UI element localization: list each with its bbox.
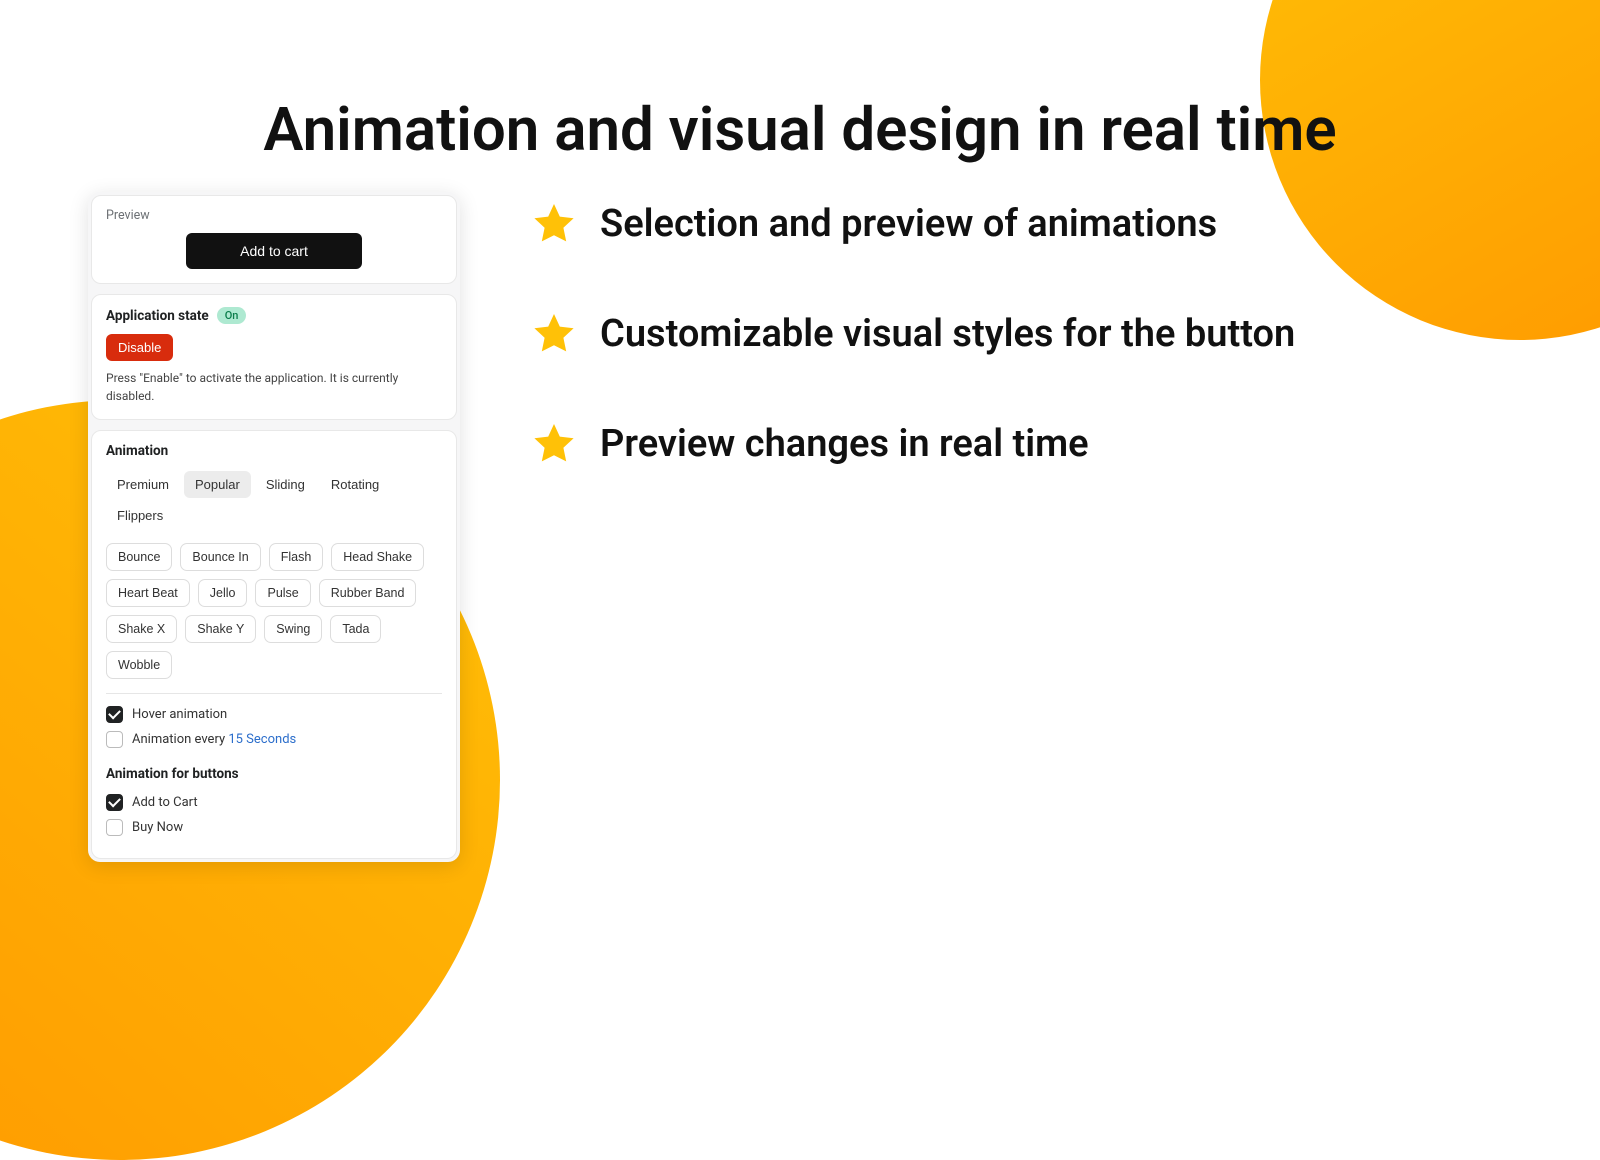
- chip-bounce[interactable]: Bounce: [106, 543, 172, 571]
- feature-text: Customizable visual styles for the butto…: [600, 312, 1295, 356]
- add-to-cart-preview-button[interactable]: Add to cart: [186, 233, 362, 269]
- preview-card: Preview Add to cart: [91, 195, 457, 284]
- application-state-title: Application state: [106, 308, 209, 324]
- settings-panel: Preview Add to cart Application state On…: [88, 192, 460, 862]
- buy-now-row: Buy Now: [106, 819, 442, 836]
- animation-chips: Bounce Bounce In Flash Head Shake Heart …: [106, 543, 442, 679]
- animation-buttons-title: Animation for buttons: [106, 766, 442, 782]
- star-icon: [530, 420, 578, 468]
- buy-now-checkbox[interactable]: [106, 819, 123, 836]
- animation-every-row: Animation every 15 Seconds: [106, 731, 442, 748]
- animation-title: Animation: [106, 443, 442, 459]
- chip-flash[interactable]: Flash: [269, 543, 324, 571]
- tab-sliding[interactable]: Sliding: [255, 471, 316, 498]
- chip-jello[interactable]: Jello: [198, 579, 248, 607]
- tab-rotating[interactable]: Rotating: [320, 471, 390, 498]
- feature-item: Selection and preview of animations: [530, 200, 1560, 248]
- tab-flippers[interactable]: Flippers: [106, 502, 174, 529]
- star-icon: [530, 310, 578, 358]
- state-help-text: Press "Enable" to activate the applicati…: [106, 369, 442, 405]
- page-title: Animation and visual design in real time: [263, 94, 1336, 165]
- chip-rubber-band[interactable]: Rubber Band: [319, 579, 417, 607]
- hover-animation-checkbox[interactable]: [106, 706, 123, 723]
- add-to-cart-label: Add to Cart: [132, 795, 198, 810]
- chip-bounce-in[interactable]: Bounce In: [180, 543, 260, 571]
- animation-interval-link[interactable]: 15 Seconds: [228, 732, 296, 747]
- chip-pulse[interactable]: Pulse: [255, 579, 310, 607]
- animation-every-checkbox[interactable]: [106, 731, 123, 748]
- feature-text: Selection and preview of animations: [600, 202, 1217, 246]
- feature-item: Preview changes in real time: [530, 420, 1560, 468]
- feature-text: Preview changes in real time: [600, 422, 1089, 466]
- add-to-cart-row: Add to Cart: [106, 794, 442, 811]
- chip-tada[interactable]: Tada: [330, 615, 381, 643]
- hover-animation-label: Hover animation: [132, 707, 227, 722]
- preview-label: Preview: [106, 208, 442, 223]
- chip-swing[interactable]: Swing: [264, 615, 322, 643]
- status-badge: On: [217, 307, 247, 324]
- chip-shake-x[interactable]: Shake X: [106, 615, 177, 643]
- feature-item: Customizable visual styles for the butto…: [530, 310, 1560, 358]
- feature-list: Selection and preview of animations Cust…: [530, 200, 1560, 530]
- hover-animation-row: Hover animation: [106, 706, 442, 723]
- buy-now-label: Buy Now: [132, 820, 183, 835]
- chip-wobble[interactable]: Wobble: [106, 651, 172, 679]
- chip-shake-y[interactable]: Shake Y: [185, 615, 256, 643]
- chip-head-shake[interactable]: Head Shake: [331, 543, 424, 571]
- tab-popular[interactable]: Popular: [184, 471, 251, 498]
- animation-tabs: Premium Popular Sliding Rotating Flipper…: [106, 471, 442, 529]
- animation-card: Animation Premium Popular Sliding Rotati…: [91, 430, 457, 859]
- star-icon: [530, 200, 578, 248]
- disable-button[interactable]: Disable: [106, 334, 173, 361]
- chip-heart-beat[interactable]: Heart Beat: [106, 579, 190, 607]
- state-card: Application state On Disable Press "Enab…: [91, 294, 457, 420]
- animation-every-label: Animation every 15 Seconds: [132, 732, 296, 747]
- add-to-cart-checkbox[interactable]: [106, 794, 123, 811]
- divider: [106, 693, 442, 694]
- tab-premium[interactable]: Premium: [106, 471, 180, 498]
